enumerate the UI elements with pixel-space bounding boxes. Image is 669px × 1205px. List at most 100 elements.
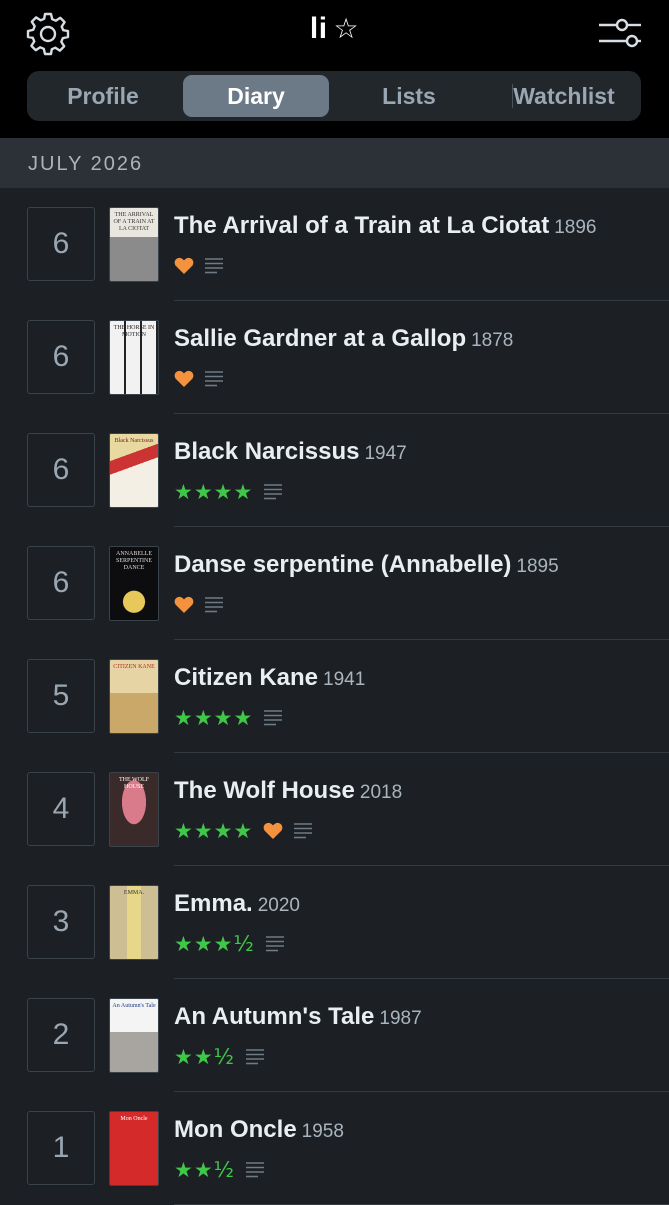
film-title-text: The Wolf House [174, 777, 355, 804]
film-title-text: Sallie Gardner at a Gallop [174, 325, 467, 352]
poster-caption: THE HORSE IN MOTION [113, 325, 155, 338]
page-title[interactable]: li ☆ [0, 12, 669, 46]
film-title-text: Mon Oncle [174, 1116, 297, 1143]
star-rating: ★★★½ [174, 932, 255, 956]
day-number: 2 [27, 998, 95, 1072]
film-title-text: Danse serpentine (Annabelle) [174, 551, 512, 578]
film-title[interactable]: An Autumn's Tale 1987 [174, 1003, 659, 1031]
day-number: 1 [27, 1111, 95, 1185]
film-title-text: Citizen Kane [174, 664, 319, 691]
film-poster[interactable]: CITIZEN KANE [109, 659, 159, 734]
poster-caption: ANNABELLE SERPENTINE DANCE [116, 551, 152, 571]
entry-meta: ★★½ [174, 1045, 265, 1069]
film-title[interactable]: Sallie Gardner at a Gallop 1878 [174, 325, 659, 353]
film-title[interactable]: Citizen Kane 1941 [174, 664, 659, 692]
star-rating: ★★★★ [174, 480, 254, 504]
entry-meta: ★★½ [174, 1158, 265, 1182]
film-poster[interactable]: THE ARRIVAL OF A TRAIN AT LA CIOTAT [109, 207, 159, 282]
review-lines-icon [204, 596, 224, 614]
review-lines-icon [245, 1161, 265, 1179]
entry-meta [174, 367, 224, 391]
film-year: 1987 [379, 1008, 422, 1029]
poster-caption: Black Narcissus [114, 438, 154, 444]
film-title-text: The Arrival of a Train at La Ciotat [174, 212, 550, 239]
film-title[interactable]: The Arrival of a Train at La Ciotat 1896 [174, 212, 659, 240]
film-poster[interactable]: Mon Oncle [109, 1111, 159, 1186]
poster-caption: THE ARRIVAL OF A TRAIN AT LA CIOTAT [113, 212, 155, 232]
film-title-text: An Autumn's Tale [174, 1003, 375, 1030]
film-title[interactable]: Emma. 2020 [174, 890, 659, 918]
poster-caption: CITIZEN KANE [113, 664, 155, 670]
heart-icon [174, 370, 194, 388]
film-title-text: Emma. [174, 890, 253, 917]
film-year: 1947 [364, 443, 407, 464]
tab-diary[interactable]: Diary [183, 75, 329, 117]
film-title[interactable]: Danse serpentine (Annabelle) 1895 [174, 551, 659, 579]
heart-icon [174, 257, 194, 275]
film-year: 1895 [516, 556, 559, 577]
diary-entry[interactable]: 6 THE ARRIVAL OF A TRAIN AT LA CIOTAT The … [0, 188, 669, 301]
diary-entry[interactable]: 6 Black Narcissus Black Narcissus 1947 ★★★★ [0, 414, 669, 527]
review-lines-icon [265, 935, 285, 953]
film-year: 1896 [554, 217, 597, 238]
film-title[interactable]: The Wolf House 2018 [174, 777, 659, 805]
diary-entry[interactable]: 1 Mon Oncle Mon Oncle 1958 ★★½ [0, 1092, 669, 1205]
film-year: 2018 [359, 782, 403, 803]
poster-caption: An Autumn's Tale [112, 1003, 156, 1009]
diary-entry[interactable]: 4 THE WOLF HOUSE The Wolf House 2018 ★★★★ [0, 753, 669, 866]
star-icon: ☆ [333, 12, 360, 45]
heart-icon [263, 822, 283, 840]
heart-icon [174, 596, 194, 614]
filter-sliders-icon[interactable] [597, 16, 643, 50]
entry-meta: ★★★½ [174, 932, 285, 956]
diary-entry[interactable]: 6 ANNABELLE SERPENTINE DANCE Danse serpent… [0, 527, 669, 640]
day-number: 5 [27, 659, 95, 733]
tab-lists[interactable]: Lists [339, 75, 479, 117]
film-poster[interactable]: An Autumn's Tale [109, 998, 159, 1073]
review-lines-icon [293, 822, 313, 840]
diary-entry[interactable]: 3 EMMA. Emma. 2020 ★★★½ [0, 866, 669, 979]
tab-profile[interactable]: Profile [33, 75, 173, 117]
film-year: 2020 [257, 895, 300, 916]
tab-watchlist[interactable]: Watchlist [497, 75, 631, 117]
film-title[interactable]: Black Narcissus 1947 [174, 438, 659, 466]
poster-caption: Mon Oncle [120, 1116, 148, 1122]
top-bar: li ☆ Profile Diary Lists Watchlist [0, 0, 669, 138]
review-lines-icon [263, 483, 283, 501]
day-number: 6 [27, 320, 95, 394]
day-number: 3 [27, 885, 95, 959]
diary-entry[interactable]: 2 An Autumn's Tale An Autumn's Tale 1987 ★★½ [0, 979, 669, 1092]
entry-meta: ★★★★ [174, 480, 283, 504]
entry-meta [174, 593, 224, 617]
review-lines-icon [245, 1048, 265, 1066]
film-title[interactable]: Mon Oncle 1958 [174, 1116, 659, 1144]
poster-caption: EMMA. [123, 890, 145, 896]
entry-meta: ★★★★ [174, 819, 313, 843]
tab-bar: Profile Diary Lists Watchlist [27, 71, 641, 121]
star-rating: ★★★★ [174, 819, 254, 843]
review-lines-icon [204, 370, 224, 388]
star-rating: ★★½ [174, 1158, 236, 1182]
film-poster[interactable]: Black Narcissus [109, 433, 159, 508]
review-lines-icon [204, 257, 224, 275]
film-poster[interactable]: THE WOLF HOUSE [109, 772, 159, 847]
review-lines-icon [263, 709, 283, 727]
poster-caption: THE WOLF HOUSE [118, 777, 150, 790]
day-number: 6 [27, 546, 95, 620]
month-header: JULY 2026 [0, 138, 669, 188]
film-poster[interactable]: THE HORSE IN MOTION [109, 320, 159, 395]
diary-entry[interactable]: 6 THE HORSE IN MOTION Sallie Gardner at a … [0, 301, 669, 414]
film-year: 1958 [301, 1121, 344, 1142]
star-rating: ★★★★ [174, 706, 254, 730]
day-number: 6 [27, 207, 95, 281]
star-rating: ★★½ [174, 1045, 236, 1069]
film-year: 1941 [323, 669, 366, 690]
day-number: 4 [27, 772, 95, 846]
film-poster[interactable]: ANNABELLE SERPENTINE DANCE [109, 546, 159, 621]
diary-entry[interactable]: 5 CITIZEN KANE Citizen Kane 1941 ★★★★ [0, 640, 669, 753]
username: li [309, 12, 328, 45]
entry-meta: ★★★★ [174, 706, 283, 730]
day-number: 6 [27, 433, 95, 507]
film-year: 1878 [471, 330, 514, 351]
film-poster[interactable]: EMMA. [109, 885, 159, 960]
